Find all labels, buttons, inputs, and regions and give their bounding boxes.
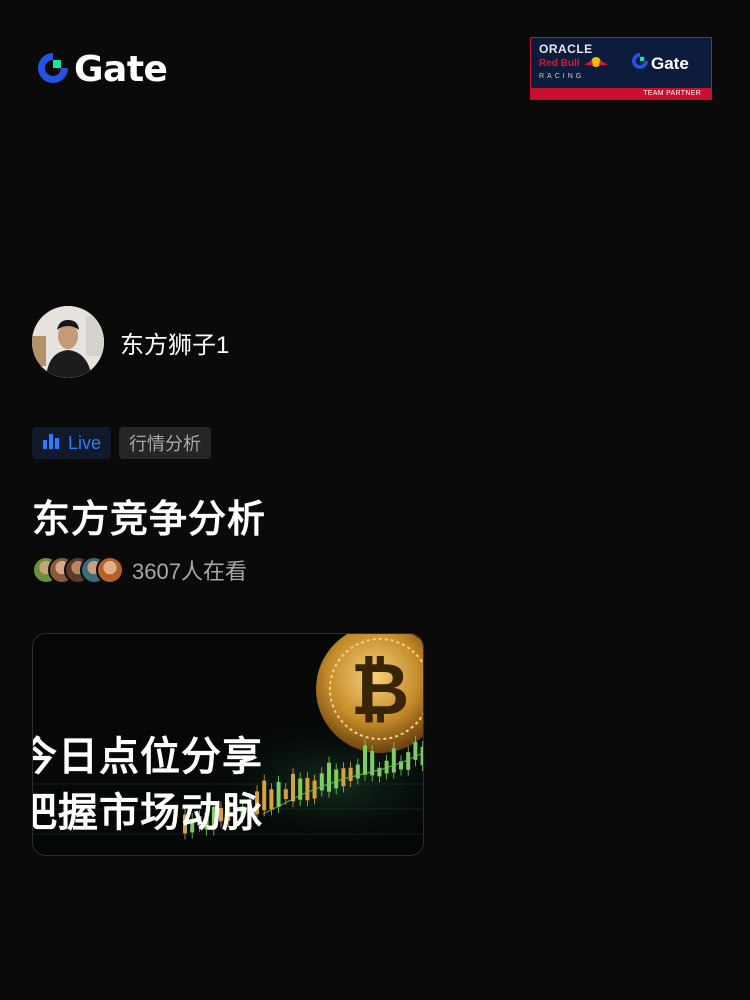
candle-body	[363, 745, 367, 775]
gate-logo-icon	[36, 51, 70, 90]
cover-line-1: 今日点位分享	[32, 734, 263, 780]
oracle-text: ORACLE	[539, 42, 593, 56]
candle-body	[269, 789, 274, 810]
candle-body	[341, 768, 346, 787]
candle-body	[283, 789, 288, 799]
candle-body	[391, 748, 396, 773]
cover-line-2: 把握市场动脉	[32, 790, 263, 836]
candle-body	[276, 781, 281, 807]
candle-body	[420, 746, 423, 766]
candle-body	[291, 773, 295, 802]
viewer-info: 3607人在看	[32, 554, 247, 586]
red-bull-icon	[583, 56, 609, 72]
candle-body	[319, 773, 324, 791]
racing-text: RACING	[539, 73, 585, 80]
partner-gate-text: Gate	[651, 53, 689, 73]
candle-body	[348, 767, 353, 781]
candle-body	[327, 762, 331, 792]
team-partner-banner: ORACLE Red Bull RACING Gate TEAM PARTNER	[530, 37, 712, 100]
gate-small-icon	[631, 52, 649, 75]
host-name[interactable]: 东方狮子1	[120, 325, 229, 360]
candle-body	[334, 769, 339, 789]
stream-title: 东方竞争分析	[32, 499, 267, 541]
viewer-avatars	[32, 556, 124, 584]
live-bars-icon	[42, 432, 60, 455]
redbull-text: Red Bull	[539, 56, 619, 72]
host-avatar[interactable]	[32, 306, 104, 378]
category-tag[interactable]: 行情分析	[119, 427, 212, 459]
team-partner-badge: TEAM PARTNER	[531, 88, 711, 99]
live-stream-page: Gate ORACLE Red Bull RACING Gate TEAM PA…	[0, 0, 750, 1000]
svg-text:₿: ₿	[351, 647, 410, 731]
stream-cover[interactable]: ₿ 今日点位分享 把握市场动脉	[32, 633, 424, 856]
candle-body	[355, 764, 360, 779]
viewer-count: 3607人在看	[132, 559, 247, 584]
viewer-avatar	[96, 556, 124, 584]
gate-logo[interactable]: Gate	[36, 49, 168, 90]
host-info[interactable]: 东方狮子1	[32, 306, 229, 378]
candle-body	[305, 777, 310, 801]
logo-text: Gate	[74, 49, 168, 90]
stream-tags: Live 行情分析	[32, 427, 212, 459]
live-tag: Live	[32, 427, 112, 459]
live-label: Live	[68, 432, 102, 453]
candle-body	[406, 752, 411, 770]
